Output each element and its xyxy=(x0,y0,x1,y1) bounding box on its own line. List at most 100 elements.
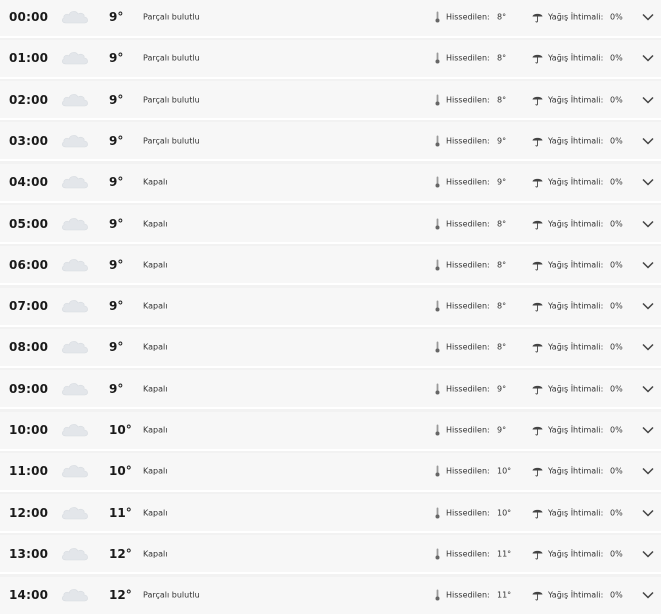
rain-chance-label: Yağış İhtimali: xyxy=(548,95,604,105)
thermometer-icon xyxy=(435,52,440,64)
cloud-icon xyxy=(61,465,88,478)
condition-text: Kapalı xyxy=(143,508,168,518)
feels-like-label: Hissedilen: xyxy=(446,425,490,435)
umbrella-icon xyxy=(532,550,543,560)
feels-like-value: 10° xyxy=(497,508,512,518)
chevron-down-icon[interactable] xyxy=(642,550,654,558)
hourly-row[interactable]: 08:00 9° Kapalı Hissedilen: 8° Yağış İht… xyxy=(0,328,661,368)
chevron-down-icon[interactable] xyxy=(642,220,654,228)
condition-text: Kapalı xyxy=(143,384,168,394)
chevron-down-icon[interactable] xyxy=(642,302,654,310)
hourly-row[interactable]: 13:00 12° Kapalı Hissedilen: 11° Yağış İ… xyxy=(0,535,661,575)
hourly-row[interactable]: 06:00 9° Kapalı Hissedilen: 8° Yağış İht… xyxy=(0,246,661,286)
rain-chance-value: 0% xyxy=(610,466,623,476)
umbrella-icon xyxy=(532,468,543,477)
thermometer-icon xyxy=(435,218,440,229)
condition-text: Parçalı bulutlu xyxy=(143,590,200,600)
feels-like-value: 8° xyxy=(497,219,507,228)
umbrella-icon xyxy=(532,592,543,601)
rain-chance-label: Yağış İhtimali: xyxy=(548,466,604,476)
temperature: 12° xyxy=(109,546,132,561)
condition-text: Kapalı xyxy=(143,177,168,187)
chevron-down-icon[interactable] xyxy=(642,261,654,269)
feels-like-label: Hissedilen: xyxy=(446,177,490,187)
feels-like-label: Hissedilen: xyxy=(446,508,490,518)
chevron-down-icon[interactable] xyxy=(642,137,654,145)
chevron-down-icon[interactable] xyxy=(642,178,654,186)
rain-chance-label: Yağış İhtimali: xyxy=(548,425,604,435)
thermometer-icon xyxy=(435,589,440,601)
thermometer-icon xyxy=(435,94,440,106)
cloud-icon xyxy=(61,176,88,189)
hourly-row[interactable]: 11:00 10° Kapalı Hissedilen: 10° Yağış İ… xyxy=(0,452,661,492)
hourly-forecast-list: 00:00 9° Parçalı bulutlu Hissedilen: 8° … xyxy=(0,0,661,616)
chevron-down-icon[interactable] xyxy=(642,343,654,351)
hourly-row[interactable]: 04:00 9° Kapalı Hissedilen: 9° Yağış İht… xyxy=(0,163,661,203)
feels-like-label: Hissedilen: xyxy=(446,219,490,228)
feels-like-value: 8° xyxy=(497,53,507,63)
rain-chance-label: Yağış İhtimali: xyxy=(548,177,604,187)
hour-label: 11:00 xyxy=(9,464,49,479)
hourly-row[interactable]: 10:00 10° Kapalı Hissedilen: 9° Yağış İh… xyxy=(0,411,661,451)
hourly-row[interactable]: 01:00 9° Parçalı bulutlu Hissedilen: 8° … xyxy=(0,39,661,79)
rain-chance-value: 0% xyxy=(610,301,623,311)
feels-like-value: 10° xyxy=(497,466,512,476)
rain-chance-label: Yağış İhtimali: xyxy=(548,549,604,559)
hourly-row[interactable]: 14:00 12° Parçalı bulutlu Hissedilen: 11… xyxy=(0,576,661,616)
feels-like-value: 8° xyxy=(497,260,507,270)
temperature: 10° xyxy=(109,423,132,437)
umbrella-icon xyxy=(532,302,543,312)
hourly-row[interactable]: 02:00 9° Parçalı bulutlu Hissedilen: 8° … xyxy=(0,81,661,121)
hour-label: 06:00 xyxy=(9,257,49,272)
chevron-down-icon[interactable] xyxy=(642,54,654,62)
hourly-row[interactable]: 05:00 9° Kapalı Hissedilen: 8° Yağış İht… xyxy=(0,205,661,244)
rain-chance-label: Yağış İhtimali: xyxy=(548,53,604,63)
thermometer-icon xyxy=(435,465,440,477)
temperature: 10° xyxy=(109,464,132,479)
condition-text: Parçalı bulutlu xyxy=(143,95,200,105)
feels-like-value: 9° xyxy=(497,384,507,394)
hourly-row[interactable]: 07:00 9° Kapalı Hissedilen: 8° Yağış İht… xyxy=(0,287,661,327)
rain-chance-label: Yağış İhtimali: xyxy=(548,219,604,228)
rain-chance-value: 0% xyxy=(610,590,623,600)
temperature: 9° xyxy=(109,175,124,190)
cloud-icon xyxy=(61,548,88,561)
condition-text: Parçalı bulutlu xyxy=(143,12,200,22)
thermometer-icon xyxy=(435,424,440,436)
temperature: 9° xyxy=(109,216,124,231)
rain-chance-label: Yağış İhtimali: xyxy=(548,136,604,146)
cloud-icon xyxy=(61,93,88,106)
condition-text: Kapalı xyxy=(143,301,168,311)
umbrella-icon xyxy=(532,220,543,229)
hourly-row[interactable]: 03:00 9° Parçalı bulutlu Hissedilen: 9° … xyxy=(0,122,661,162)
feels-like-label: Hissedilen: xyxy=(446,590,490,600)
umbrella-icon xyxy=(532,55,543,64)
rain-chance-label: Yağış İhtimali: xyxy=(548,384,604,394)
rain-chance-label: Yağış İhtimali: xyxy=(548,260,604,270)
feels-like-value: 8° xyxy=(497,301,507,311)
rain-chance-value: 0% xyxy=(610,260,623,270)
hourly-row[interactable]: 09:00 9° Kapalı Hissedilen: 9° Yağış İht… xyxy=(0,370,661,410)
chevron-down-icon[interactable] xyxy=(642,96,654,104)
condition-text: Kapalı xyxy=(143,466,168,476)
chevron-down-icon[interactable] xyxy=(642,591,654,599)
hourly-row[interactable]: 12:00 11° Kapalı Hissedilen: 10° Yağış İ… xyxy=(0,494,661,534)
feels-like-label: Hissedilen: xyxy=(446,342,490,352)
hourly-row[interactable]: 00:00 9° Parçalı bulutlu Hissedilen: 8° … xyxy=(0,0,661,38)
rain-chance-label: Yağış İhtimali: xyxy=(548,301,604,311)
chevron-down-icon[interactable] xyxy=(642,385,654,393)
hour-label: 02:00 xyxy=(9,92,49,107)
cloud-icon xyxy=(61,382,88,395)
chevron-down-icon[interactable] xyxy=(642,467,654,475)
temperature: 9° xyxy=(109,257,124,272)
rain-chance-value: 0% xyxy=(610,219,623,228)
chevron-down-icon[interactable] xyxy=(642,13,654,21)
chevron-down-icon[interactable] xyxy=(642,426,654,434)
thermometer-icon xyxy=(435,135,440,147)
cloud-icon xyxy=(61,11,88,24)
thermometer-icon xyxy=(435,300,440,312)
temperature: 9° xyxy=(109,92,124,107)
feels-like-label: Hissedilen: xyxy=(446,260,490,270)
condition-text: Kapalı xyxy=(143,549,168,559)
chevron-down-icon[interactable] xyxy=(642,509,654,517)
